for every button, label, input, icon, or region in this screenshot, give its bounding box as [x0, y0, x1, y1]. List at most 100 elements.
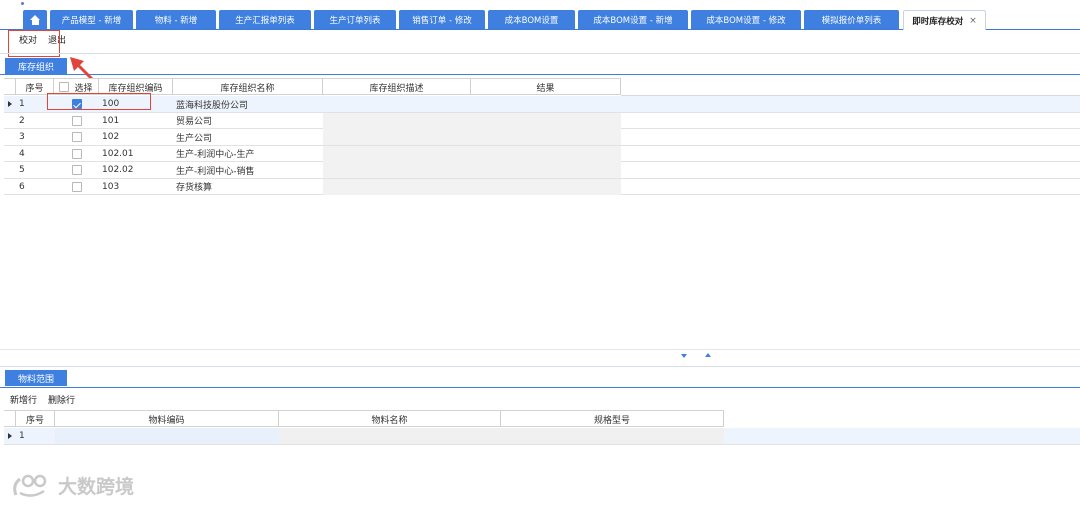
cell-spec — [501, 428, 724, 444]
cell-seq: 2 — [19, 115, 25, 126]
row-checkbox[interactable] — [71, 148, 82, 159]
highlight-box-row — [47, 93, 151, 110]
cell-name: 存货核算 — [176, 183, 213, 193]
watermark: 大数跨境 — [10, 472, 134, 499]
cell-code: 101 — [102, 115, 120, 126]
table-row[interactable]: 2 101 贸易公司 — [4, 112, 1080, 129]
tab-label: 销售订单 - 修改 — [412, 15, 472, 26]
cell-desc — [323, 112, 471, 129]
cell-code: 102 — [102, 132, 120, 142]
section-tab-label: 库存组织 — [17, 62, 54, 73]
cell-result — [471, 129, 621, 145]
tab-cost-bom-new[interactable]: 成本BOM设置 - 新增 — [578, 10, 688, 29]
tab-label: 生产订单列表 — [329, 15, 381, 26]
tab-label: 成本BOM设置 - 新增 — [593, 15, 673, 26]
cell-seq: 3 — [19, 132, 25, 142]
tab-label: 产品模型 - 新增 — [61, 15, 122, 26]
cell-desc — [323, 145, 471, 162]
table-row[interactable]: 1 100 蓝海科技股份公司 — [4, 96, 1080, 113]
home-icon — [29, 14, 41, 25]
watermark-logo-icon — [13, 474, 47, 497]
table-row[interactable]: 6 103 存货核算 — [4, 178, 1080, 195]
tab-quote-list[interactable]: 模拟报价单列表 — [804, 10, 899, 29]
divider — [0, 53, 1080, 54]
add-row-button[interactable]: 新增行 — [10, 393, 37, 406]
cell-select[interactable] — [54, 113, 99, 129]
col-material-name: 物料名称 — [279, 411, 501, 427]
tab-label: 即时库存校对 — [912, 16, 964, 27]
tab-home[interactable] — [23, 10, 47, 29]
col-name: 库存组织名称 — [173, 79, 323, 95]
tab-label: 成本BOM设置 — [504, 15, 559, 26]
tab-material-range[interactable]: 物料范围 — [5, 370, 67, 386]
splitter[interactable] — [0, 349, 1080, 350]
tab-sales-order-edit[interactable]: 销售订单 - 修改 — [399, 10, 485, 29]
tab-product-model-new[interactable]: 产品模型 - 新增 — [50, 10, 133, 29]
tab-label: 成本BOM设置 - 修改 — [706, 15, 786, 26]
material-grid-header: 序号 物料编码 物料名称 规格型号 — [4, 410, 724, 427]
status-dot — [21, 2, 24, 5]
tab-production-report-list[interactable]: 生产汇报单列表 — [219, 10, 311, 29]
cell-name: 生产公司 — [176, 133, 213, 144]
cell-material-code[interactable] — [55, 428, 279, 444]
tab-material-new[interactable]: 物料 - 新增 — [136, 10, 216, 29]
cell-result — [471, 96, 621, 112]
col-result: 结果 — [471, 79, 621, 95]
cell-code: 102.02 — [102, 165, 134, 175]
row-checkbox[interactable] — [71, 132, 82, 142]
section-tab-label: 物料范围 — [17, 374, 54, 385]
col-desc: 库存组织描述 — [323, 79, 471, 95]
cell-code: 103 — [102, 181, 120, 192]
table-row[interactable]: 1 — [4, 428, 1080, 445]
cell-seq: 1 — [19, 431, 25, 441]
cell-select[interactable] — [54, 129, 99, 145]
table-row[interactable]: 3 102 生产公司 — [4, 129, 1080, 146]
watermark-text: 大数跨境 — [58, 476, 135, 498]
tab-label: 模拟报价单列表 — [821, 15, 882, 26]
select-all-checkbox[interactable] — [59, 82, 70, 92]
col-material-code: 物料编码 — [55, 411, 279, 427]
table-row[interactable]: 4 102.01 生产-利润中心-生产 — [4, 145, 1080, 162]
tab-label: 生产汇报单列表 — [235, 15, 295, 26]
cell-result — [471, 178, 621, 195]
cell-name: 生产-利润中心-生产 — [176, 150, 255, 160]
cell-desc — [323, 178, 471, 195]
delete-row-button[interactable]: 删除行 — [48, 393, 75, 406]
cell-result — [471, 145, 621, 162]
cell-seq: 6 — [19, 181, 25, 192]
tab-cost-bom-edit[interactable]: 成本BOM设置 - 修改 — [691, 10, 801, 29]
tab-cost-bom[interactable]: 成本BOM设置 — [488, 10, 575, 29]
cell-result — [471, 162, 621, 178]
tab-label: 物料 - 新增 — [154, 15, 198, 26]
current-row-marker-icon — [8, 433, 12, 439]
cell-seq: 4 — [19, 148, 25, 159]
row-checkbox[interactable] — [71, 165, 82, 175]
row-checkbox[interactable] — [71, 181, 82, 192]
cell-name: 生产-利润中心-销售 — [176, 166, 255, 177]
cell-desc — [323, 96, 471, 112]
cell-select[interactable] — [54, 179, 99, 195]
current-row-marker-icon — [8, 101, 12, 107]
tab-production-order-list[interactable]: 生产订单列表 — [314, 10, 396, 29]
cell-seq: 5 — [19, 165, 25, 175]
row-checkbox[interactable] — [71, 115, 82, 126]
tab-inventory-org[interactable]: 库存组织 — [5, 58, 67, 74]
cell-select[interactable] — [54, 146, 99, 162]
cell-material-name — [279, 428, 501, 444]
table-row[interactable]: 5 102.02 生产-利润中心-销售 — [4, 162, 1080, 179]
tab-inventory-verify[interactable]: 即时库存校对 × — [903, 10, 986, 30]
expand-up-icon[interactable] — [705, 353, 711, 357]
cell-name: 蓝海科技股份公司 — [176, 100, 249, 111]
cell-name: 贸易公司 — [176, 117, 213, 127]
col-seq: 序号 — [16, 411, 55, 427]
col-select-label: 选择 — [74, 83, 93, 94]
col-spec: 规格型号 — [501, 411, 724, 427]
collapse-down-icon[interactable] — [681, 354, 687, 358]
cell-code: 102.01 — [102, 148, 134, 159]
cell-result — [471, 112, 621, 129]
cell-desc — [323, 129, 471, 145]
cell-desc — [323, 162, 471, 178]
section-underline — [0, 74, 1080, 75]
cell-select[interactable] — [54, 162, 99, 178]
close-icon[interactable]: × — [969, 16, 977, 26]
